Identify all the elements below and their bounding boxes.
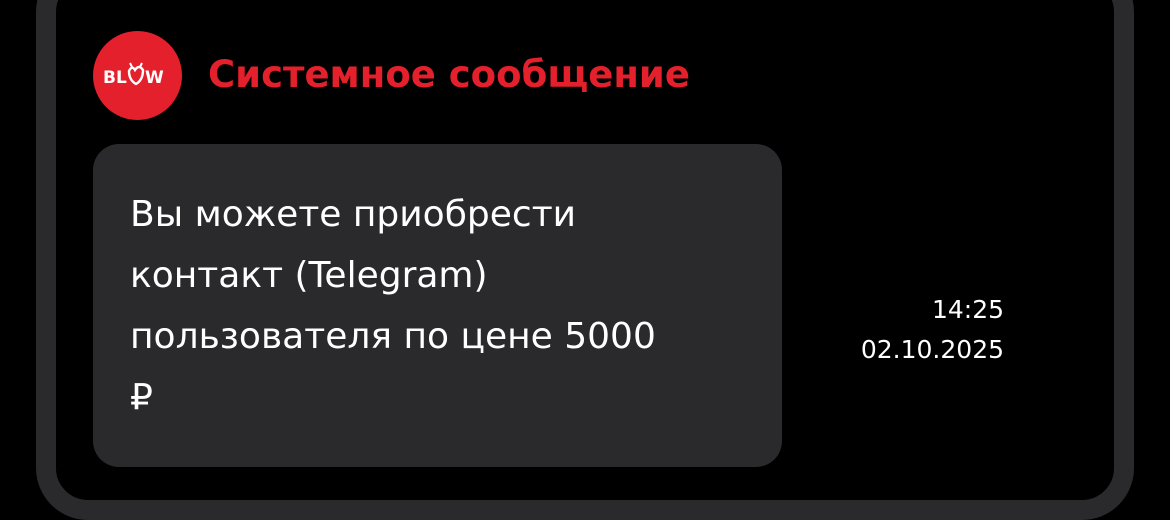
svg-text:BL: BL: [103, 68, 127, 88]
message-timestamp: 14:25 02.10.2025: [861, 290, 1004, 370]
blow-logo-icon: BL W: [93, 31, 182, 120]
message-date: 02.10.2025: [860, 335, 1004, 364]
message-text: Вы можете приобрести контакт (Telegram) …: [130, 194, 656, 418]
svg-text:W: W: [145, 68, 164, 88]
sender-name: Системное сообщение: [208, 53, 690, 96]
message-time: 14:25: [931, 295, 1004, 324]
message-bubble: Вы можете приобрести контакт (Telegram) …: [93, 144, 782, 467]
